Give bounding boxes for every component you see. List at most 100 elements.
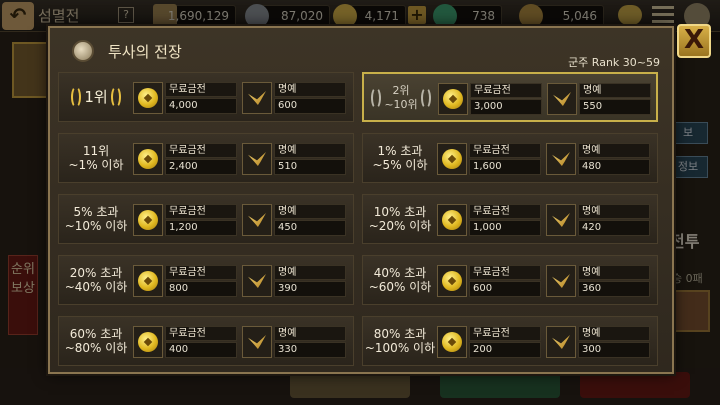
gold-coin-icon [442, 332, 462, 352]
honor-reward-value: 480 [578, 159, 650, 175]
gold-coin-icon [442, 149, 462, 169]
coin-box [133, 326, 163, 358]
honor-reward-name: 명예 [274, 204, 346, 219]
gold-coin-icon [138, 88, 158, 108]
honor-reward-value: 450 [274, 220, 346, 236]
rank-label: 5% 초과 ~10% 이하 [59, 195, 133, 243]
coin-box [133, 143, 163, 175]
rank-label: 60% 초과 ~80% 이하 [59, 317, 133, 365]
coin-reward-value: 1,600 [469, 159, 541, 175]
coin-reward-name: 무료금전 [469, 265, 541, 280]
reward-row: 5% 초과 ~10% 이하 무료금전 1,200 명예 450 [58, 194, 354, 244]
honor-reward-name: 명예 [578, 204, 650, 219]
honor-box [547, 83, 577, 115]
coin-reward-value: 200 [469, 342, 541, 358]
coin-reward-value: 600 [469, 281, 541, 297]
honor-box [242, 82, 272, 114]
reward-row: 40% 초과 ~60% 이하 무료금전 600 명예 360 [362, 255, 658, 305]
honor-box [242, 326, 272, 358]
gold-coin-icon [138, 332, 158, 352]
gold-coin-icon [442, 210, 462, 230]
honor-box [546, 326, 576, 358]
coin-box [133, 82, 163, 114]
coin-box [133, 265, 163, 297]
rank-text: 80% 초과 ~100% 이하 [364, 327, 436, 355]
coin-box [437, 326, 467, 358]
rank-text: 1위 [84, 88, 108, 106]
honor-reward-name: 명예 [579, 83, 651, 98]
rank-label: 11위 ~1% 이하 [59, 134, 133, 182]
laurel-left-icon [371, 87, 382, 109]
honor-reward-name: 명예 [274, 326, 346, 341]
honor-box [242, 143, 272, 175]
honor-reward-value: 600 [274, 98, 346, 114]
reward-row: 80% 초과 ~100% 이하 무료금전 200 명예 300 [362, 316, 658, 366]
coin-reward-name: 무료금전 [165, 265, 237, 280]
eagle-icon [246, 331, 268, 353]
coin-box [437, 265, 467, 297]
coin-box [133, 204, 163, 236]
coin-reward-value: 800 [165, 281, 237, 297]
coin-reward-value: 2,400 [165, 159, 237, 175]
rank-text: 60% 초과 ~80% 이하 [64, 327, 128, 355]
dialog-title: 투사의 전장 [108, 43, 182, 61]
reward-row: 20% 초과 ~40% 이하 무료금전 800 명예 390 [58, 255, 354, 305]
coin-reward-value: 400 [165, 342, 237, 358]
honor-reward-name: 명예 [274, 143, 346, 158]
coin-reward-value: 4,000 [165, 98, 237, 114]
rank-label: 1% 초과 ~5% 이하 [363, 134, 437, 182]
reward-row: 2위 ~10위 무료금전 3,000 명예 550 [362, 72, 658, 122]
honor-box [242, 204, 272, 236]
honor-box [546, 204, 576, 236]
reward-row: 10% 초과 ~20% 이하 무료금전 1,000 명예 420 [362, 194, 658, 244]
gold-coin-icon [138, 149, 158, 169]
reward-row: 60% 초과 ~80% 이하 무료금전 400 명예 330 [58, 316, 354, 366]
rank-text: 40% 초과 ~60% 이하 [368, 266, 432, 294]
gold-coin-icon [138, 210, 158, 230]
rank-text: 1% 초과 ~5% 이하 [372, 144, 428, 172]
honor-reward-value: 510 [274, 159, 346, 175]
coin-reward-name: 무료금전 [469, 204, 541, 219]
honor-reward-value: 420 [578, 220, 650, 236]
rank-reward-dialog: 투사의 전장 군주 Rank 30~59 1위 무료금전 4,000 명예 600 2위 … [48, 26, 674, 374]
reward-row: 11위 ~1% 이하 무료금전 2,400 명예 510 [58, 133, 354, 183]
reward-row: 1% 초과 ~5% 이하 무료금전 1,600 명예 480 [362, 133, 658, 183]
reward-row: 1위 무료금전 4,000 명예 600 [58, 72, 354, 122]
honor-reward-value: 330 [274, 342, 346, 358]
laurel-left-icon [71, 86, 82, 108]
honor-reward-name: 명예 [578, 326, 650, 341]
eagle-icon [246, 148, 268, 170]
coin-box [437, 143, 467, 175]
honor-box [546, 143, 576, 175]
rank-text: 20% 초과 ~40% 이하 [64, 266, 128, 294]
laurel-right-icon [420, 87, 431, 109]
honor-reward-value: 390 [274, 281, 346, 297]
coin-reward-name: 무료금전 [165, 326, 237, 341]
honor-reward-name: 명예 [578, 265, 650, 280]
close-button[interactable]: X [677, 24, 711, 58]
eagle-icon [246, 209, 268, 231]
rank-label: 2위 ~10위 [364, 74, 438, 122]
honor-box [546, 265, 576, 297]
honor-reward-name: 명예 [274, 82, 346, 97]
rank-text: 2위 ~10위 [384, 84, 418, 111]
eagle-icon [550, 270, 572, 292]
gold-coin-icon [443, 89, 463, 109]
rank-label: 20% 초과 ~40% 이하 [59, 256, 133, 304]
eagle-icon [550, 209, 572, 231]
eagle-icon [550, 148, 572, 170]
coin-reward-name: 무료금전 [469, 143, 541, 158]
coin-reward-name: 무료금전 [470, 83, 542, 98]
honor-reward-name: 명예 [274, 265, 346, 280]
eagle-icon [246, 270, 268, 292]
rank-label: 1위 [59, 73, 133, 121]
honor-reward-value: 550 [579, 99, 651, 115]
rank-text: 11위 ~1% 이하 [68, 144, 124, 172]
honor-reward-value: 360 [578, 281, 650, 297]
honor-reward-value: 300 [578, 342, 650, 358]
coin-reward-name: 무료금전 [165, 82, 237, 97]
rank-text: 5% 초과 ~10% 이하 [64, 205, 128, 233]
coin-reward-name: 무료금전 [165, 204, 237, 219]
coin-box [437, 204, 467, 236]
coin-reward-value: 1,200 [165, 220, 237, 236]
